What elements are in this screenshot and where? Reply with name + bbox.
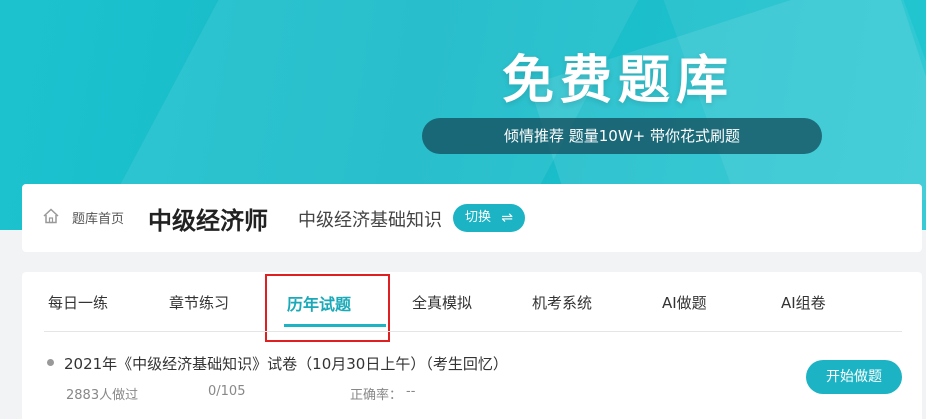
participant-count: 2883人做过	[66, 388, 139, 403]
tab-mock-exams[interactable]: 全真模拟	[412, 292, 472, 313]
start-practice-button[interactable]: 开始做题	[806, 360, 902, 394]
course-title: 中级经济师	[148, 207, 268, 235]
banner-title: 免费题库	[501, 51, 734, 111]
switch-label: 切换	[465, 210, 492, 225]
bullet-icon	[47, 359, 54, 366]
tab-ai-practice[interactable]: AI做题	[662, 292, 707, 313]
divider	[44, 331, 902, 332]
breadcrumb-home[interactable]: 题库首页	[72, 208, 124, 227]
progress-count: 0/105	[208, 384, 246, 399]
course-header: 题库首页 中级经济师 中级经济基础知识 切换 ⇌	[22, 184, 922, 252]
swap-icon: ⇌	[501, 210, 513, 226]
paper-title[interactable]: 2021年《中级经济基础知识》试卷（10月30日上午）（考生回忆）	[64, 353, 508, 374]
accuracy-label: 正确率：	[350, 388, 403, 403]
tab-computer-exam[interactable]: 机考系统	[532, 292, 592, 313]
tab-chapter-practice[interactable]: 章节练习	[169, 292, 229, 313]
tab-bar: 每日一练 章节练习 历年试题 全真模拟 机考系统 AI做题 AI组卷	[22, 272, 902, 342]
course-subject: 中级经济基础知识	[298, 210, 442, 231]
switch-course-button[interactable]: 切换 ⇌	[453, 204, 525, 232]
banner-tagline: 倾情推荐 题量10W+ 带你花式刷题	[422, 118, 822, 154]
tab-ai-paper[interactable]: AI组卷	[781, 292, 826, 313]
tab-daily-practice[interactable]: 每日一练	[48, 292, 108, 313]
home-icon[interactable]	[42, 207, 60, 225]
exam-panel: 每日一练 章节练习 历年试题 全真模拟 机考系统 AI做题 AI组卷 2021年…	[22, 272, 922, 419]
accuracy-value: --	[406, 384, 416, 399]
